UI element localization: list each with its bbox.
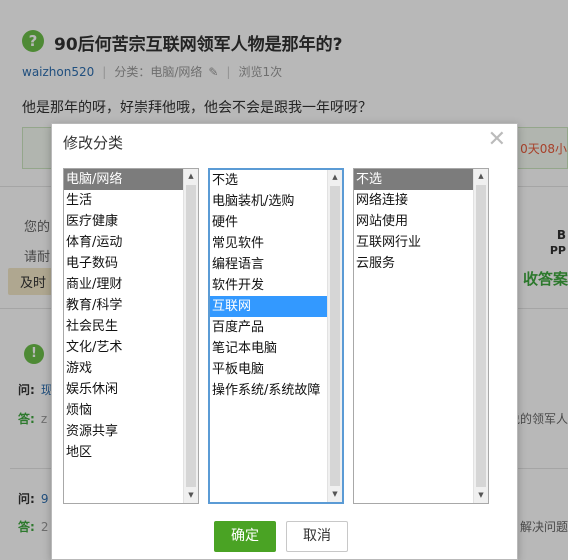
scroll-down-arrow-icon[interactable]: ▼ (184, 488, 198, 503)
category-option[interactable]: 软件开发 (210, 275, 327, 296)
category-option[interactable]: 网络连接 (354, 190, 473, 211)
change-category-dialog: 修改分类 ✕ 电脑/网络 生活 医疗健康 体育/运动 电子数码 商业/理财 教育/科学 社会民… (51, 123, 518, 560)
category-options: 电脑/网络 生活 医疗健康 体育/运动 电子数码 商业/理财 教育/科学 社会民生 文化/艺术游… (64, 169, 183, 463)
scroll-down-arrow-icon[interactable]: ▼ (474, 488, 488, 503)
category-list-tertiary[interactable]: 不选 网络连接 网站使用 互联网行业 云服务 ▲ ▼ (353, 168, 489, 504)
close-icon[interactable]: ✕ (488, 129, 506, 151)
category-option[interactable]: 常见软件 (210, 233, 327, 254)
scroll-up-arrow-icon[interactable]: ▲ (328, 170, 342, 185)
category-options: 不选 电脑装机/选购 硬件 常见软件 编程语言 软件开发 互联网 百度产品 笔记本电脑 平板电脑操… (210, 170, 327, 401)
category-option[interactable]: 不选 (354, 169, 473, 190)
category-option[interactable]: 社会民生 (64, 316, 183, 337)
category-option[interactable]: 电子数码 (64, 253, 183, 274)
category-option[interactable]: 烦恼 (64, 400, 183, 421)
scroll-up-arrow-icon[interactable]: ▲ (474, 169, 488, 184)
scroll-thumb[interactable] (186, 185, 196, 487)
confirm-button[interactable]: 确定 (214, 521, 276, 552)
category-option[interactable]: 互联网 (210, 296, 327, 317)
scroll-down-arrow-icon[interactable]: ▼ (328, 487, 342, 502)
category-option[interactable]: 操作系统/系统故障 (210, 380, 327, 401)
category-option[interactable]: 不选 (210, 170, 327, 191)
category-option[interactable]: 娱乐休闲 (64, 379, 183, 400)
category-option[interactable]: 笔记本电脑 (210, 338, 327, 359)
category-option[interactable]: 体育/运动 (64, 232, 183, 253)
cancel-button[interactable]: 取消 (286, 521, 348, 552)
category-option[interactable]: 电脑装机/选购 (210, 191, 327, 212)
category-option[interactable]: 地区 (64, 442, 183, 463)
category-list-secondary[interactable]: 不选 电脑装机/选购 硬件 常见软件 编程语言 软件开发 互联网 百度产品 笔记本电脑 平板电脑操… (208, 168, 344, 504)
category-option[interactable]: 生活 (64, 190, 183, 211)
scrollbar[interactable]: ▲ ▼ (327, 170, 342, 502)
category-option[interactable]: 编程语言 (210, 254, 327, 275)
category-option[interactable]: 电脑/网络 (64, 169, 183, 190)
scrollbar[interactable]: ▲ ▼ (473, 169, 488, 503)
category-option[interactable]: 网站使用 (354, 211, 473, 232)
dialog-title: 修改分类 (63, 134, 124, 152)
scroll-thumb[interactable] (476, 185, 486, 487)
category-options: 不选 网络连接 网站使用 互联网行业 云服务 (354, 169, 473, 274)
category-option[interactable]: 平板电脑 (210, 359, 327, 380)
category-option[interactable]: 商业/理财 (64, 274, 183, 295)
category-option[interactable]: 文化/艺术 (64, 337, 183, 358)
category-option[interactable]: 教育/科学 (64, 295, 183, 316)
scrollbar[interactable]: ▲ ▼ (183, 169, 198, 503)
scroll-up-arrow-icon[interactable]: ▲ (184, 169, 198, 184)
category-option[interactable]: 游戏 (64, 358, 183, 379)
category-option[interactable]: 医疗健康 (64, 211, 183, 232)
category-option[interactable]: 资源共享 (64, 421, 183, 442)
category-list-primary[interactable]: 电脑/网络 生活 医疗健康 体育/运动 电子数码 商业/理财 教育/科学 社会民生 文化/艺术游… (63, 168, 199, 504)
category-option[interactable]: 互联网行业 (354, 232, 473, 253)
scroll-thumb[interactable] (330, 186, 340, 486)
category-option[interactable]: 百度产品 (210, 317, 327, 338)
category-option[interactable]: 硬件 (210, 212, 327, 233)
category-option[interactable]: 云服务 (354, 253, 473, 274)
